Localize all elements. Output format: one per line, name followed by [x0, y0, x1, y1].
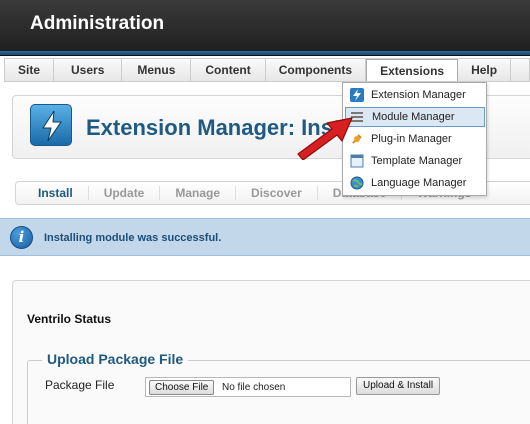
dropdown-label: Plug-in Manager — [371, 133, 452, 145]
menu-language-manager[interactable]: Language Manager — [345, 173, 485, 193]
dropdown-label: Language Manager — [371, 177, 467, 189]
dropdown-label: Module Manager — [372, 111, 455, 123]
no-file-text: No file chosen — [222, 382, 286, 393]
red-arrow-annotation — [297, 117, 353, 160]
menu-menus[interactable]: Menus — [122, 59, 192, 81]
message-text: Installing module was successful. — [44, 232, 222, 244]
globe-icon — [350, 176, 364, 190]
tab-manage[interactable]: Manage — [160, 186, 237, 200]
tab-update[interactable]: Update — [89, 186, 161, 200]
menu-help[interactable]: Help — [458, 59, 512, 81]
menu-extension-manager[interactable]: Extension Manager — [345, 85, 485, 105]
choose-file-button[interactable]: Choose File — [149, 380, 215, 395]
menu-components[interactable]: Components — [266, 59, 367, 81]
package-file-label: Package File — [45, 378, 115, 392]
info-icon: i — [10, 226, 33, 249]
header-title: Administration — [30, 13, 165, 34]
menu-plugin-manager[interactable]: Plug-in Manager — [345, 129, 485, 149]
menu-extensions[interactable]: Extensions — [366, 59, 459, 81]
lightning-icon — [350, 88, 364, 102]
menu-users[interactable]: Users — [54, 59, 123, 81]
lightning-icon — [30, 104, 72, 146]
header-accent-bar — [0, 51, 530, 55]
extensions-dropdown: Extension Manager Module Manager Plug-in… — [342, 82, 487, 196]
tab-install[interactable]: Install — [16, 186, 89, 200]
package-file-input[interactable]: Choose File No file chosen — [145, 377, 351, 397]
dropdown-label: Template Manager — [371, 155, 463, 167]
menu-module-manager[interactable]: Module Manager — [345, 107, 485, 127]
upload-legend: Upload Package File — [42, 351, 189, 367]
tab-discover[interactable]: Discover — [236, 186, 318, 200]
admin-header: Administration — [0, 0, 530, 56]
system-message: i Installing module was successful. — [0, 218, 530, 256]
menu-content[interactable]: Content — [191, 59, 266, 81]
module-title: Ventrilo Status — [27, 312, 112, 326]
dropdown-label: Extension Manager — [371, 89, 466, 101]
menu-template-manager[interactable]: Template Manager — [345, 151, 485, 171]
upload-install-button[interactable]: Upload & Install — [356, 377, 441, 395]
menu-site[interactable]: Site — [5, 59, 55, 81]
main-menubar: Site Users Menus Content Components Exte… — [4, 58, 530, 82]
